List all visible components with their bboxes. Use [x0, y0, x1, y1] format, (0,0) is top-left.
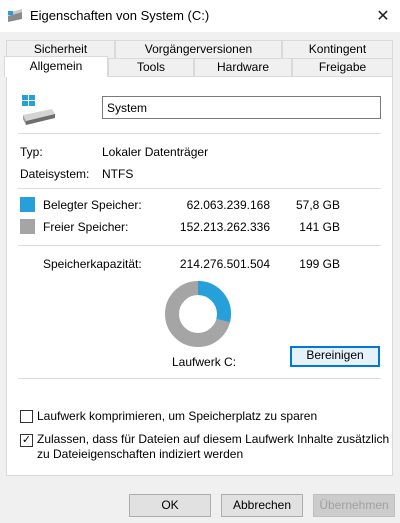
used-space-size: 57,8 GB — [295, 198, 340, 212]
close-button[interactable]: ✕ — [366, 0, 400, 32]
drive-label: Laufwerk C: — [172, 355, 237, 369]
tab-kontingent[interactable]: Kontingent — [282, 40, 393, 59]
drive-icon — [8, 9, 22, 22]
window-title: Eigenschaften von System (C:) — [30, 8, 210, 23]
free-space-label: Freier Speicher: — [43, 220, 129, 234]
index-checkbox-label-line2: zu Dateieigenschaften indiziert werden — [37, 447, 244, 461]
windows-drive-icon — [22, 95, 55, 125]
used-space-label: Belegter Speicher: — [43, 198, 142, 212]
free-space-bytes: 152.213.262.336 — [179, 220, 270, 234]
capacity-label: Speicherkapazität: — [43, 257, 142, 271]
type-label: Typ: — [20, 145, 43, 159]
cleanup-button[interactable]: Bereinigen — [290, 346, 380, 367]
type-value: Lokaler Datenträger — [102, 145, 209, 159]
tab-allgemein[interactable]: Allgemein — [4, 56, 108, 77]
tab-hardware[interactable]: Hardware — [194, 58, 292, 77]
usage-donut-chart — [165, 281, 231, 347]
cancel-button[interactable]: Abbrechen — [221, 494, 303, 517]
separator — [18, 245, 381, 246]
compress-checkbox[interactable] — [20, 410, 33, 423]
capacity-size: 199 GB — [299, 257, 340, 271]
filesystem-label: Dateisystem: — [20, 167, 90, 181]
ok-button[interactable]: OK — [129, 494, 211, 517]
separator — [18, 378, 381, 379]
used-space-bytes: 62.063.239.168 — [186, 198, 270, 212]
used-space-swatch — [20, 197, 35, 212]
compress-checkbox-label: Laufwerk komprimieren, um Speicherplatz … — [37, 409, 318, 423]
free-space-swatch — [20, 219, 35, 234]
filesystem-value: NTFS — [102, 167, 134, 181]
index-checkbox-label-line1: Zulassen, dass für Dateien auf diesem La… — [37, 432, 390, 446]
free-space-size: 141 GB — [299, 220, 340, 234]
index-checkbox[interactable]: ✓ — [20, 434, 33, 447]
apply-button[interactable]: Übernehmen — [313, 494, 395, 517]
close-icon: ✕ — [376, 8, 390, 25]
tab-vorgaengerversionen[interactable]: Vorgängerversionen — [115, 40, 282, 59]
tab-tools[interactable]: Tools — [108, 58, 194, 77]
separator — [18, 133, 381, 134]
drive-name-input[interactable] — [102, 96, 381, 119]
separator — [18, 188, 381, 189]
capacity-bytes: 214.276.501.504 — [179, 257, 270, 271]
check-icon: ✓ — [21, 434, 32, 446]
tab-freigabe[interactable]: Freigabe — [292, 58, 393, 77]
